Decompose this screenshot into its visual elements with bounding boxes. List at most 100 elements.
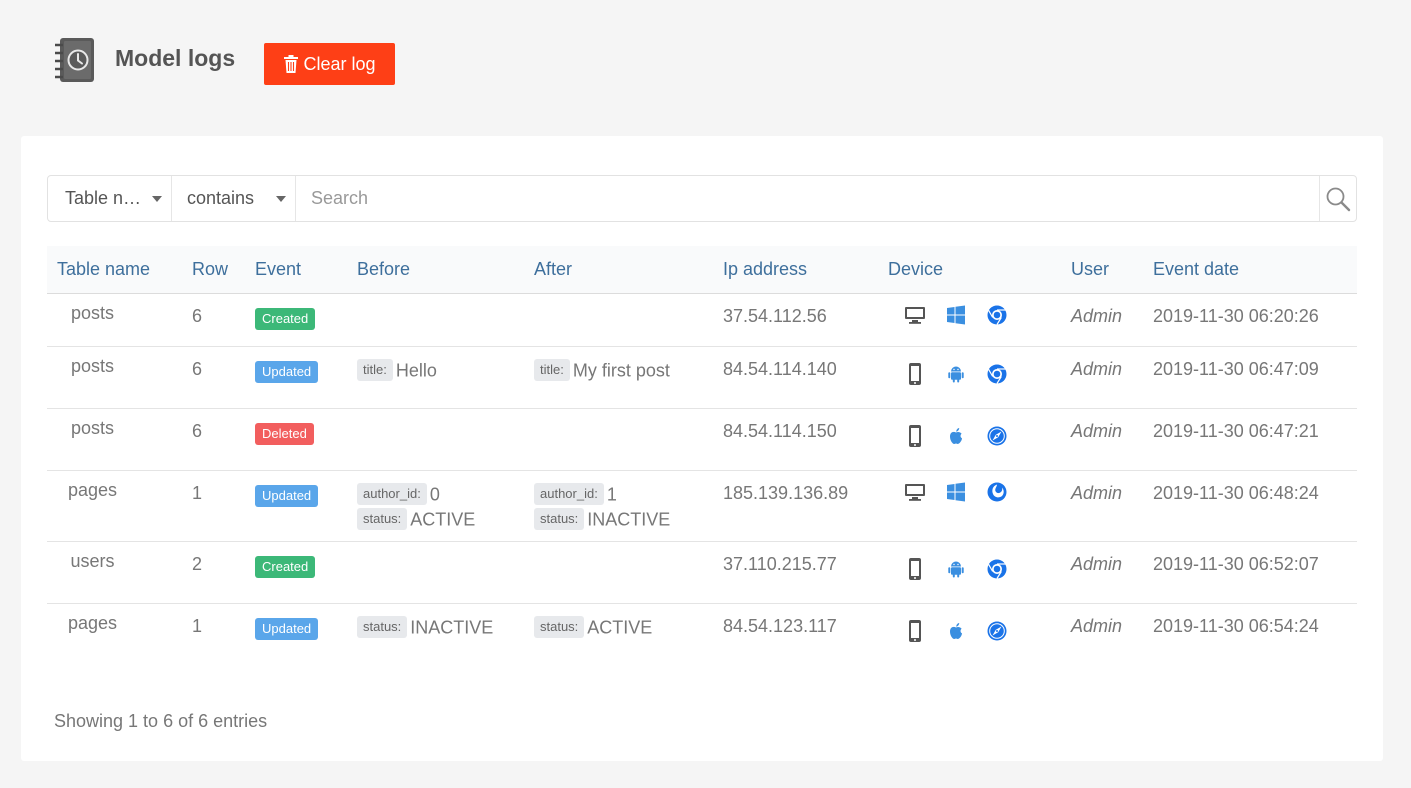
cell-ip: 84.54.123.117 [723, 615, 837, 636]
column-header[interactable]: Table name [47, 246, 182, 294]
desktop-icon [904, 481, 926, 503]
column-select[interactable]: Table n… [48, 176, 172, 221]
safari-icon [986, 620, 1008, 642]
cell-event: Deleted [245, 408, 347, 471]
trash-icon [284, 54, 299, 73]
cell-event-date: 2019-11-30 06:54:24 [1153, 615, 1319, 636]
cell-row: 1 [182, 470, 245, 542]
cell-ip: 185.139.136.89 [713, 470, 878, 542]
cell-before: status: INACTIVE [347, 603, 524, 665]
cell-user: Admin [1071, 615, 1123, 636]
cell-row: 6 [182, 408, 245, 471]
cell-before [347, 541, 524, 604]
cell-before [347, 293, 524, 347]
cell-after [524, 408, 713, 471]
cell-device [878, 470, 1061, 542]
before-field: status: INACTIVE [357, 614, 524, 639]
chrome-icon [986, 304, 1008, 326]
after-field: status: ACTIVE [534, 614, 713, 639]
before-field: title: Hello [357, 357, 524, 382]
before-field-value: 0 [429, 483, 440, 504]
cell-event-date: 2019-11-30 06:52:07 [1143, 541, 1357, 604]
column-header[interactable]: Device [878, 246, 1061, 294]
after-field-key: status: [534, 508, 585, 530]
table-row: pages 1 Updated author_id: 0 status: ACTIVE… [47, 470, 1357, 542]
android-icon [946, 559, 966, 579]
event-badge: Deleted [255, 422, 314, 445]
search-icon [1326, 187, 1351, 211]
cell-row: 6 [182, 293, 245, 347]
cell-event: Updated [245, 470, 347, 542]
apple-icon [946, 426, 966, 446]
event-badge: Updated [255, 360, 319, 383]
cell-event: Created [245, 541, 347, 604]
mobile-icon [904, 619, 926, 643]
cell-ip: 84.54.114.140 [713, 346, 878, 409]
page-header: Model logs [52, 35, 235, 85]
cell-device [878, 346, 1061, 409]
cell-after: author_id: 1 status: INACTIVE [524, 470, 713, 542]
event-badge: Created [255, 555, 316, 578]
search-button[interactable] [1319, 176, 1356, 221]
cell-before: author_id: 0 status: ACTIVE [347, 470, 524, 542]
cell-table-name: posts [47, 408, 182, 471]
page-title: Model logs [115, 44, 236, 71]
cell-before: title: Hello [347, 346, 524, 409]
event-badge: Updated [255, 617, 319, 640]
column-header[interactable]: Event [245, 246, 347, 294]
clear-log-button[interactable]: Clear log [264, 43, 395, 85]
cell-row: 6 [182, 346, 245, 409]
column-header[interactable]: Ip address [713, 246, 878, 294]
logs-card: Table n… contains Table name Row Event B… [21, 136, 1383, 761]
after-field: status: INACTIVE [534, 506, 713, 531]
table-row: posts 6 Updated title: Hello title: My fir… [47, 346, 1357, 409]
column-header[interactable]: Row [182, 246, 245, 294]
cell-table-name: pages [47, 470, 182, 542]
column-header[interactable]: After [524, 246, 713, 294]
before-field: author_id: 0 [357, 481, 524, 506]
cell-table-name: posts [47, 293, 182, 347]
cell-event-date: 2019-11-30 06:20:26 [1143, 293, 1357, 347]
table-row: pages 1 Updated status: INACTIVE status: A… [47, 603, 1357, 665]
after-field-key: title: [534, 358, 570, 381]
column-header[interactable]: Event date [1143, 246, 1357, 294]
cell-device [878, 603, 1061, 665]
operator-select[interactable]: contains [172, 176, 296, 221]
cell-device [878, 408, 1061, 471]
android-icon [946, 364, 966, 384]
cell-after [524, 541, 713, 604]
cell-row: 2 [182, 541, 245, 604]
clear-log-label: Clear log [303, 53, 376, 74]
table-body: posts 6 Created 37.54.112.56 Admin 2019-… [47, 293, 1357, 665]
mobile-icon [904, 424, 926, 448]
after-field-key: status: [534, 615, 585, 638]
clock-book-icon [52, 36, 98, 84]
column-header[interactable]: User [1061, 246, 1143, 294]
firefox-icon [986, 481, 1008, 503]
cell-table-name: users [47, 541, 182, 604]
cell-user: Admin [1061, 541, 1143, 604]
cell-before [347, 408, 524, 471]
chrome-icon [986, 363, 1008, 385]
cell-table-name: pages [67, 612, 118, 633]
cell-event-date: 2019-11-30 06:48:24 [1143, 470, 1357, 542]
cell-after: title: My first post [524, 346, 713, 409]
windows-icon [946, 482, 966, 502]
before-field-value: Hello [395, 359, 437, 380]
chrome-icon [986, 558, 1008, 580]
cell-user: Admin [1061, 408, 1143, 471]
operator-select-value: contains [187, 188, 255, 208]
after-field-value: INACTIVE [587, 509, 671, 529]
after-field: author_id: 1 [534, 481, 713, 506]
cell-row: 1 [192, 615, 203, 636]
table-header-row: Table name Row Event Before After Ip add… [47, 246, 1357, 294]
windows-icon [946, 305, 966, 325]
table-row: users 2 Created 37.110.215.77 Admin 2019… [47, 541, 1357, 604]
entries-info: Showing 1 to 6 of 6 entries [54, 711, 268, 731]
after-field: title: My first post [534, 357, 713, 382]
column-header[interactable]: Before [347, 246, 524, 294]
chevron-down-icon [276, 196, 286, 202]
cell-device [878, 293, 1061, 347]
cell-user: Admin [1061, 470, 1143, 542]
search-input[interactable] [296, 176, 1319, 221]
